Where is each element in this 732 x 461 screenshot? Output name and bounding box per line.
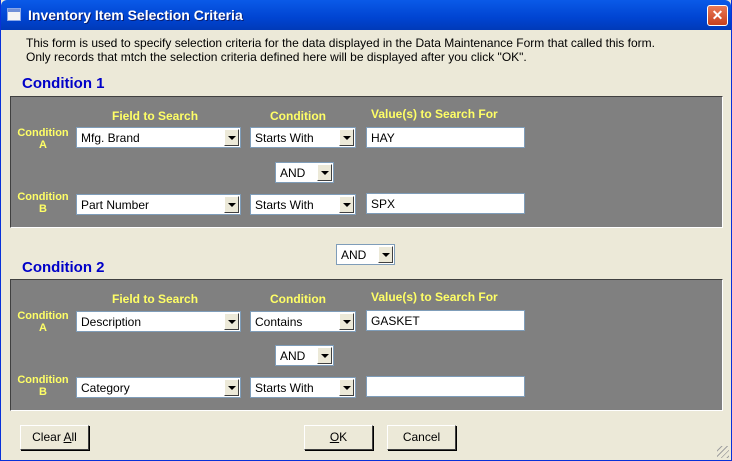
close-icon: ✕ bbox=[711, 7, 724, 23]
window-icon bbox=[7, 8, 21, 21]
c2b-value-input[interactable] bbox=[366, 376, 525, 397]
header-field-to-search: Field to Search bbox=[112, 109, 199, 123]
c1a-value-input[interactable]: HAY bbox=[366, 127, 525, 148]
condition-a-label: Condition A bbox=[17, 127, 69, 151]
chevron-down-icon[interactable] bbox=[224, 379, 239, 396]
c1b-value-input[interactable]: SPX bbox=[366, 193, 525, 214]
resize-grip-icon[interactable] bbox=[717, 446, 729, 458]
c1b-field-select[interactable]: Part Number bbox=[76, 194, 241, 215]
c2a-value-input[interactable]: GASKET bbox=[366, 310, 525, 331]
clear-all-button[interactable]: Clear All bbox=[20, 425, 89, 450]
chevron-down-icon[interactable] bbox=[339, 196, 354, 213]
c1a-condition-select[interactable]: Starts With bbox=[250, 127, 356, 148]
c2-joiner-select[interactable]: AND bbox=[275, 345, 334, 366]
header-values: Value(s) to Search For bbox=[371, 107, 498, 121]
c1a-field-select[interactable]: Mfg. Brand bbox=[76, 127, 241, 148]
chevron-down-icon[interactable] bbox=[224, 129, 239, 146]
chevron-down-icon[interactable] bbox=[317, 164, 332, 181]
header-values: Value(s) to Search For bbox=[371, 290, 498, 304]
condition-a-label: Condition A bbox=[17, 310, 69, 334]
chevron-down-icon[interactable] bbox=[339, 379, 354, 396]
condition2-panel: Field to Search Condition Value(s) to Se… bbox=[10, 279, 723, 411]
chevron-down-icon[interactable] bbox=[317, 347, 332, 364]
dialog-window: Inventory Item Selection Criteria ✕ This… bbox=[0, 0, 732, 461]
chevron-down-icon[interactable] bbox=[378, 246, 393, 263]
ok-button[interactable]: OK bbox=[304, 425, 373, 450]
c1b-condition-select[interactable]: Starts With bbox=[250, 194, 356, 215]
condition2-heading: Condition 2 bbox=[22, 259, 105, 276]
chevron-down-icon[interactable] bbox=[339, 313, 354, 330]
close-button[interactable]: ✕ bbox=[707, 5, 728, 26]
condition-b-label: Condition B bbox=[17, 191, 69, 215]
window-title: Inventory Item Selection Criteria bbox=[28, 7, 243, 23]
group-joiner-select[interactable]: AND bbox=[336, 244, 395, 265]
condition-b-label: Condition B bbox=[17, 374, 69, 398]
chevron-down-icon[interactable] bbox=[224, 196, 239, 213]
condition1-panel: Field to Search Condition Value(s) to Se… bbox=[10, 96, 723, 228]
c1-joiner-select[interactable]: AND bbox=[275, 162, 334, 183]
c2b-field-select[interactable]: Category bbox=[76, 377, 241, 398]
title-bar[interactable]: Inventory Item Selection Criteria ✕ bbox=[1, 0, 731, 30]
chevron-down-icon[interactable] bbox=[224, 313, 239, 330]
header-field-to-search: Field to Search bbox=[112, 292, 199, 306]
condition1-heading: Condition 1 bbox=[22, 75, 105, 92]
c2a-field-select[interactable]: Description bbox=[76, 311, 241, 332]
cancel-button[interactable]: Cancel bbox=[387, 425, 456, 450]
c2a-condition-select[interactable]: Contains bbox=[250, 311, 356, 332]
header-condition: Condition bbox=[270, 292, 326, 306]
header-condition: Condition bbox=[270, 109, 326, 123]
c2b-condition-select[interactable]: Starts With bbox=[250, 377, 356, 398]
description-text: This form is used to specify selection c… bbox=[26, 36, 655, 64]
chevron-down-icon[interactable] bbox=[339, 129, 354, 146]
